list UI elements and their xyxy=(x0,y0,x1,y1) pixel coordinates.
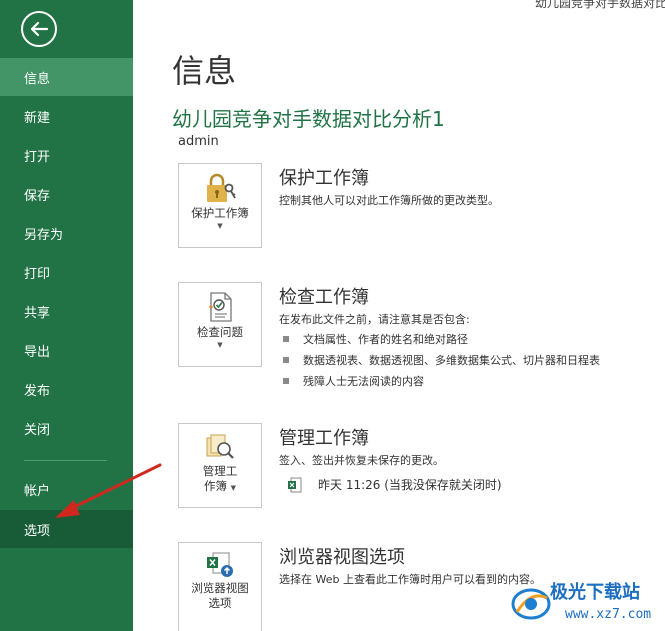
watermark-logo: 极光下载站 www.xz7.com xyxy=(503,572,665,631)
annotation-arrow-icon xyxy=(55,463,162,518)
watermark-url: www.xz7.com xyxy=(565,607,652,622)
watermark-title: 极光下载站 xyxy=(550,582,640,603)
